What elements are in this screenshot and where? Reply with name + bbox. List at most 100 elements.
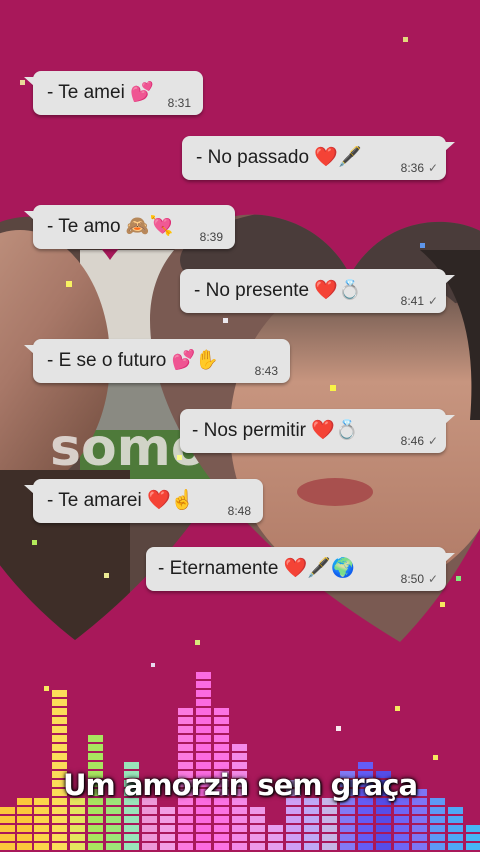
equalizer-segment [394,807,409,814]
equalizer-segment [394,825,409,832]
equalizer-segment [358,834,373,841]
equalizer-segment [214,735,229,742]
equalizer-segment [88,816,103,823]
equalizer-segment [88,825,103,832]
equalizer-segment [178,708,193,715]
equalizer-segment [124,816,139,823]
equalizer-segment [196,834,211,841]
equalizer-segment [196,717,211,724]
equalizer-segment [17,816,32,823]
emoji-hearts-hand-icon: 💕✋ [171,350,219,371]
equalizer-segment [268,825,283,832]
equalizer-segment [52,708,67,715]
equalizer-segment [448,816,463,823]
emoji-hearts-icon: 💕 [130,82,154,103]
equalizer-segment [412,825,427,832]
equalizer-segment [178,726,193,733]
emoji-heart-pen-globe-icon: ❤️🖋️🌍 [283,558,355,579]
equalizer-segment [250,816,265,823]
equalizer-segment [196,735,211,742]
equalizer-segment [286,834,301,841]
equalizer-segment [412,807,427,814]
equalizer-segment [268,834,283,841]
equalizer-segment [268,843,283,850]
equalizer-segment [52,843,67,850]
equalizer-segment [394,834,409,841]
equalizer-segment [466,834,480,841]
message-time: 8:41 [400,294,424,308]
chat-bubble: - No presente ❤️💍 8:41 ✓ [180,269,455,313]
equalizer-segment [88,735,103,742]
equalizer-segment [232,825,247,832]
equalizer-segment [106,807,121,814]
message-time: 8:31 [167,96,191,110]
emoji-heart-finger-icon: ❤️☝️ [146,490,195,511]
emoji-heart-ring-icon: ❤️💍 [311,420,359,441]
equalizer-segment [214,807,229,814]
message-text: - Te amei 💕 [47,82,154,103]
equalizer-segment [0,834,15,841]
read-check-icon: ✓ [427,434,438,448]
equalizer-segment [124,843,139,850]
equalizer-segment [178,816,193,823]
equalizer-segment [304,825,319,832]
equalizer-segment [214,816,229,823]
equalizer-segment [0,816,15,823]
equalizer-segment [178,717,193,724]
equalizer-segment [106,843,121,850]
equalizer-segment [412,816,427,823]
equalizer-segment [286,816,301,823]
equalizer-segment [286,825,301,832]
equalizer-segment [196,753,211,760]
equalizer-segment [196,672,211,679]
equalizer-segment [340,834,355,841]
equalizer-segment [0,825,15,832]
equalizer-segment [448,834,463,841]
equalizer-segment [34,825,49,832]
equalizer-segment [394,843,409,850]
equalizer-segment [178,825,193,832]
equalizer-segment [304,807,319,814]
equalizer-segment [214,708,229,715]
equalizer-segment [106,834,121,841]
equalizer-segment [0,843,15,850]
equalizer-segment [430,834,445,841]
equalizer-segment [178,843,193,850]
equalizer-segment [106,825,121,832]
equalizer-segment [340,816,355,823]
message-text: - No passado ❤️🖋️ [196,147,362,168]
message-text: - Te amo 🙈💘 [47,216,174,237]
equalizer-segment [466,825,480,832]
equalizer-segment [232,744,247,751]
equalizer-segment [394,816,409,823]
equalizer-segment [196,708,211,715]
equalizer-segment [160,825,175,832]
equalizer-segment [178,735,193,742]
equalizer-segment [250,825,265,832]
chat-bubble: - Te amei 💕 8:31 [24,71,203,115]
equalizer-segment [17,807,32,814]
chat-bubble: - No passado ❤️🖋️ 8:36 ✓ [182,136,455,180]
message-time: 8:36 [400,161,424,175]
message-time: 8:39 [199,230,223,244]
equalizer-segment [160,834,175,841]
equalizer-segment [466,843,480,850]
equalizer-segment [17,843,32,850]
equalizer-segment [52,690,67,697]
message-time: 8:50 [400,572,424,586]
equalizer-segment [376,816,391,823]
equalizer-segment [88,843,103,850]
equalizer-segment [196,726,211,733]
read-check-icon: ✓ [427,161,438,175]
chat-bubble: - Eternamente ❤️🖋️🌍 8:50 ✓ [146,547,455,591]
equalizer-segment [178,807,193,814]
equalizer-segment [214,717,229,724]
equalizer-segment [214,843,229,850]
equalizer-segment [52,699,67,706]
equalizer-segment [340,843,355,850]
equalizer-segment [34,834,49,841]
equalizer-segment [17,825,32,832]
equalizer-segment [376,843,391,850]
message-text: - No presente ❤️💍 [194,280,362,301]
equalizer-segment [340,807,355,814]
